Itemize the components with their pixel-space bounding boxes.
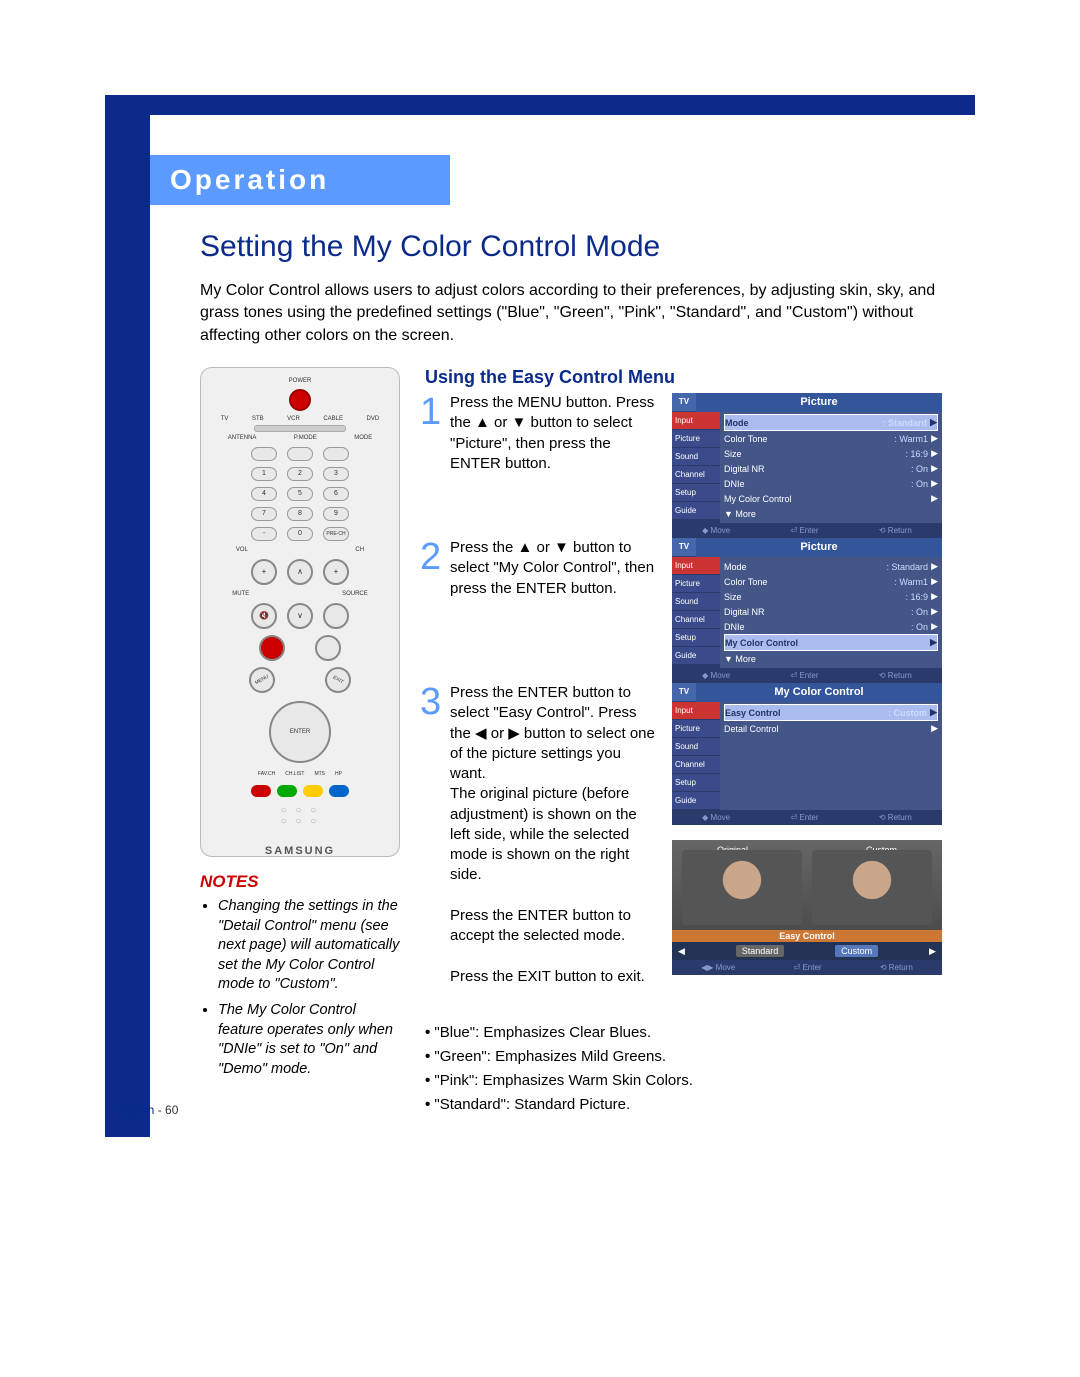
note-item: Changing the settings in the "Detail Con… [218, 897, 400, 995]
page-title: Setting the My Color Control Mode [200, 230, 970, 264]
subheading: Using the Easy Control Menu [425, 367, 970, 388]
preview-comparison: Original Custom Easy Control ◀ Standard … [672, 840, 942, 960]
left-strip [105, 95, 150, 1137]
step-number: 3 [420, 683, 440, 987]
notes-heading: NOTES [200, 872, 400, 892]
osd-mcc: TVMy Color Control InputPictureSoundChan… [672, 683, 942, 825]
intro-text: My Color Control allows users to adjust … [200, 280, 970, 347]
step-text: Press the ENTER button to select "Easy C… [450, 683, 660, 987]
notes-list: Changing the settings in the "Detail Con… [200, 897, 400, 1079]
step-text: Press the MENU button. Press the ▲ or ▼ … [450, 393, 660, 474]
osd-picture-2: TVPicture InputPictureSoundChannelSetupG… [672, 538, 942, 683]
osd-picture-1: TVPicture InputPictureSoundChannelSetupG… [672, 393, 942, 538]
content: Setting the My Color Control Mode My Col… [200, 230, 970, 1117]
power-icon [289, 389, 311, 411]
manual-page: Operation Setting the My Color Control M… [0, 0, 1080, 1377]
page-footer: English - 60 [115, 1103, 178, 1117]
step-number: 1 [420, 393, 440, 474]
note-item: The My Color Control feature operates on… [218, 1001, 400, 1079]
step-number: 2 [420, 538, 440, 599]
mode-descriptions: "Blue": Emphasizes Clear Blues. "Green":… [420, 1021, 970, 1117]
top-bar [105, 95, 975, 115]
remote-illustration: POWER TVSTBVCRCABLEDVD ANTENNAP.MODEMODE… [200, 367, 400, 857]
brand-label: SAMSUNG [209, 845, 391, 857]
step-text: Press the ▲ or ▼ button to select "My Co… [450, 538, 660, 599]
dpad-icon [269, 701, 331, 763]
section-header: Operation [150, 155, 450, 205]
